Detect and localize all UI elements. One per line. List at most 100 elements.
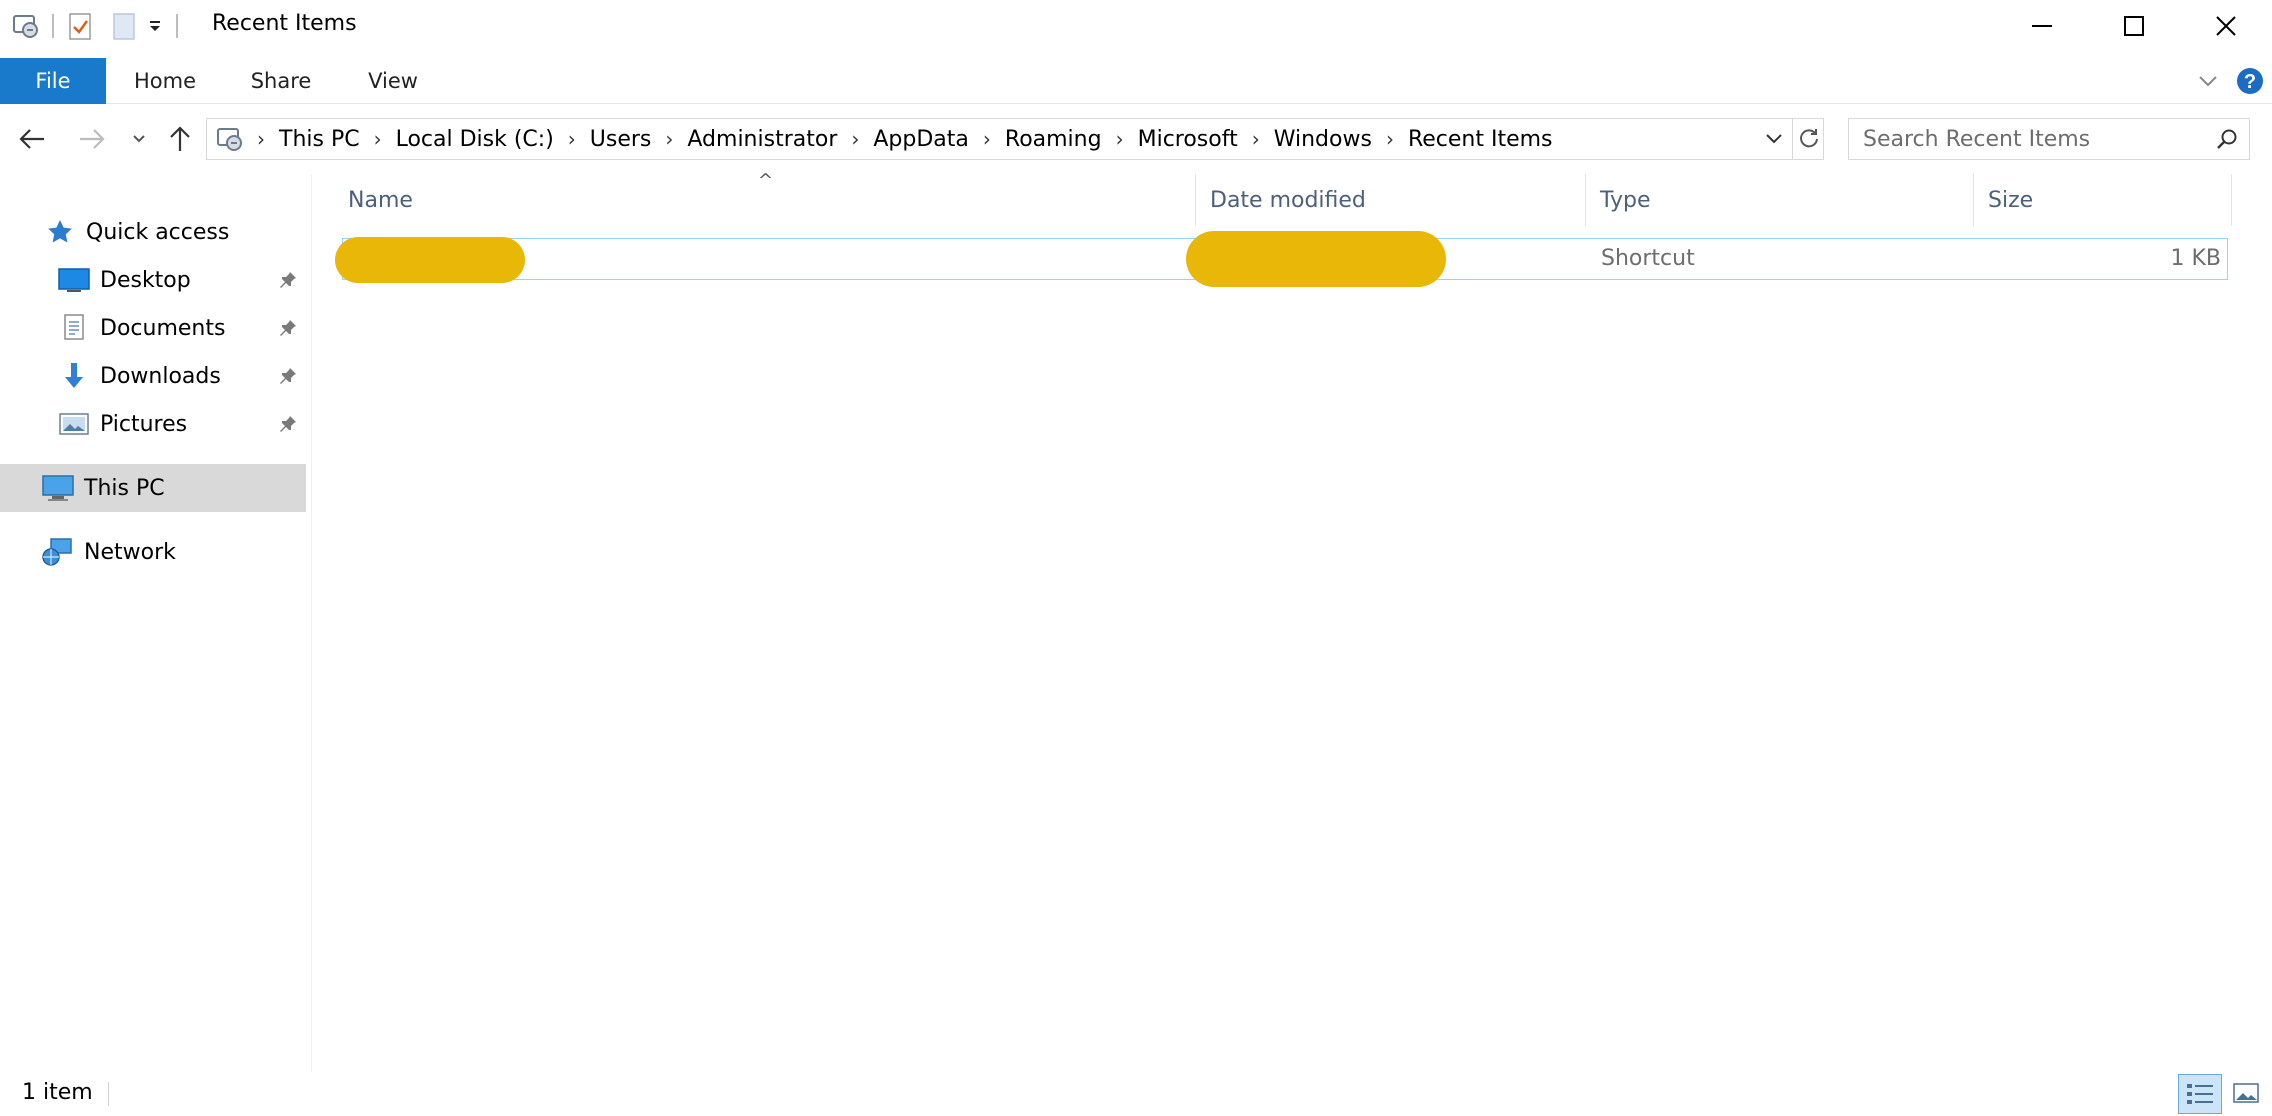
nav-this-pc-label: This PC xyxy=(84,475,165,501)
breadcrumb-windows[interactable]: Windows xyxy=(1268,127,1378,152)
breadcrumb-this-pc[interactable]: This PC xyxy=(273,127,366,152)
pin-icon[interactable] xyxy=(276,268,300,292)
nav-documents[interactable]: Documents xyxy=(0,304,306,352)
status-separator xyxy=(108,1082,109,1106)
computer-icon xyxy=(40,470,76,506)
breadcrumb-separator[interactable]: › xyxy=(1378,127,1402,151)
search-icon[interactable] xyxy=(2205,119,2249,159)
breadcrumb-separator[interactable]: › xyxy=(975,127,999,151)
navigation-pane: Quick access Desktop Documents Downloads xyxy=(0,174,312,1072)
column-header-size[interactable]: Size xyxy=(1974,174,2232,226)
breadcrumb-users[interactable]: Users xyxy=(584,127,658,152)
network-icon xyxy=(40,534,76,570)
new-folder-icon[interactable] xyxy=(106,8,142,44)
breadcrumb-separator[interactable]: › xyxy=(1108,127,1132,151)
chevron-down-icon xyxy=(2199,76,2217,87)
tab-view[interactable]: View xyxy=(350,58,436,104)
minimize-icon xyxy=(2032,25,2052,27)
large-icons-view-button[interactable] xyxy=(2224,1074,2268,1114)
refresh-icon xyxy=(1799,129,1818,148)
breadcrumb-appdata[interactable]: AppData xyxy=(867,127,975,152)
pin-icon[interactable] xyxy=(276,316,300,340)
downloads-icon xyxy=(56,358,92,394)
address-bar[interactable]: › This PC › Local Disk (C:) › Users › Ad… xyxy=(206,118,1824,160)
nav-documents-label: Documents xyxy=(100,315,226,341)
window-title: Recent Items xyxy=(212,11,357,36)
table-row[interactable]: Shortcut 1 KB xyxy=(335,231,2228,287)
up-button[interactable] xyxy=(160,114,200,164)
maximize-button[interactable] xyxy=(2088,0,2180,52)
back-button[interactable] xyxy=(10,114,54,164)
breadcrumb-separator[interactable]: › xyxy=(843,127,867,151)
nav-network[interactable]: Network xyxy=(0,528,306,576)
breadcrumb-roaming[interactable]: Roaming xyxy=(999,127,1108,152)
breadcrumb-separator[interactable]: › xyxy=(560,127,584,151)
close-icon xyxy=(2216,16,2236,36)
column-header-name[interactable]: Name xyxy=(316,174,1196,226)
row-size: 1 KB xyxy=(2170,246,2221,271)
expand-ribbon-button[interactable] xyxy=(2188,58,2228,104)
minimize-button[interactable] xyxy=(1996,0,2088,52)
redacted-name xyxy=(335,237,525,283)
chevron-down-icon xyxy=(1766,134,1782,144)
nav-pictures-label: Pictures xyxy=(100,411,188,437)
breadcrumb-microsoft[interactable]: Microsoft xyxy=(1132,127,1244,152)
close-button[interactable] xyxy=(2180,0,2272,52)
column-header-date-modified[interactable]: Date modified xyxy=(1196,174,1586,226)
toolbar-separator xyxy=(52,14,54,38)
documents-icon xyxy=(56,310,92,346)
column-header-size-label: Size xyxy=(1988,187,2034,213)
breadcrumb-separator[interactable]: › xyxy=(657,127,681,151)
nav-downloads-label: Downloads xyxy=(100,363,221,389)
column-header-type[interactable]: Type xyxy=(1586,174,1974,226)
explorer-icon[interactable] xyxy=(8,8,44,44)
properties-icon[interactable] xyxy=(62,8,98,44)
breadcrumb-separator[interactable]: › xyxy=(249,127,273,151)
desktop-icon xyxy=(56,262,92,298)
file-list: ^ Name Date modified Type Size Shortcut … xyxy=(316,170,2272,1072)
breadcrumb-administrator[interactable]: Administrator xyxy=(681,127,843,152)
recent-locations-button[interactable] xyxy=(124,114,154,164)
address-dropdown-button[interactable] xyxy=(1757,119,1791,159)
location-icon xyxy=(211,119,249,159)
breadcrumb-separator[interactable]: › xyxy=(1244,127,1268,151)
nav-quick-access-label: Quick access xyxy=(86,219,230,245)
breadcrumb-local-disk[interactable]: Local Disk (C:) xyxy=(390,127,560,152)
nav-downloads[interactable]: Downloads xyxy=(0,352,306,400)
title-bar: Recent Items xyxy=(0,0,2272,52)
nav-desktop-label: Desktop xyxy=(100,267,191,293)
redacted-date xyxy=(1186,231,1446,287)
svg-text:?: ? xyxy=(2244,71,2256,93)
nav-network-label: Network xyxy=(84,539,176,565)
star-icon xyxy=(42,214,78,250)
pin-icon[interactable] xyxy=(276,412,300,436)
forward-arrow-icon xyxy=(80,129,105,149)
help-icon: ? xyxy=(2237,68,2263,94)
details-view-icon xyxy=(2187,1084,2213,1104)
tab-home[interactable]: Home xyxy=(120,58,210,104)
search-box xyxy=(1848,118,2250,160)
help-button[interactable]: ? xyxy=(2228,58,2272,104)
pin-icon[interactable] xyxy=(276,364,300,388)
search-input[interactable] xyxy=(1849,120,2205,158)
customize-dropdown-icon[interactable] xyxy=(142,8,168,44)
navigation-row: › This PC › Local Disk (C:) › Users › Ad… xyxy=(0,114,2272,164)
column-header-date-label: Date modified xyxy=(1210,187,1366,213)
nav-pictures[interactable]: Pictures xyxy=(0,400,306,448)
details-view-button[interactable] xyxy=(2178,1074,2222,1114)
item-count: 1 item xyxy=(22,1080,93,1105)
nav-desktop[interactable]: Desktop xyxy=(0,256,306,304)
nav-this-pc[interactable]: This PC xyxy=(0,464,306,512)
tab-share[interactable]: Share xyxy=(236,58,326,104)
quick-access-toolbar xyxy=(8,8,186,44)
forward-button[interactable] xyxy=(70,114,114,164)
maximize-icon xyxy=(2124,16,2144,36)
tab-file[interactable]: File xyxy=(0,58,106,104)
refresh-button[interactable] xyxy=(1792,118,1824,160)
nav-quick-access[interactable]: Quick access xyxy=(0,208,306,256)
column-header-name-label: Name xyxy=(348,187,413,213)
large-icons-view-icon xyxy=(2233,1083,2259,1103)
column-header-type-label: Type xyxy=(1600,187,1651,213)
breadcrumb-separator[interactable]: › xyxy=(366,127,390,151)
breadcrumb-recent-items[interactable]: Recent Items xyxy=(1402,127,1559,152)
